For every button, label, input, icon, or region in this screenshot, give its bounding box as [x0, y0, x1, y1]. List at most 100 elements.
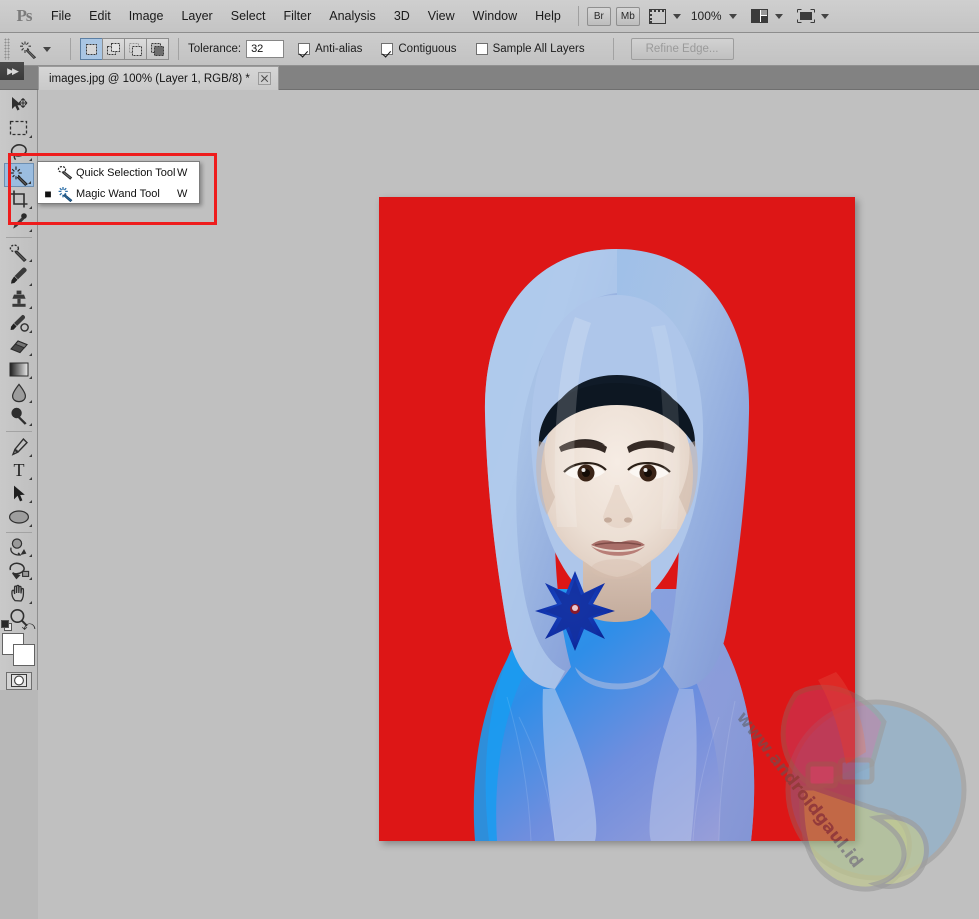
flyout-item-quick-selection-tool[interactable]: Quick Selection Tool W: [38, 162, 199, 183]
flyout-bullet-active: ■: [44, 186, 52, 201]
spot-healing-brush-tool[interactable]: [4, 241, 34, 264]
dodge-tool[interactable]: [4, 405, 34, 428]
tool-more-icon: [28, 399, 32, 403]
flyout-item-shortcut: W: [177, 187, 188, 200]
tool-flyout-menu[interactable]: Quick Selection Tool W ■ Magic Wand Tool…: [37, 161, 200, 204]
menu-filter[interactable]: Filter: [274, 4, 320, 28]
tool-more-icon: [28, 476, 32, 480]
options-bar-grip[interactable]: [4, 38, 10, 60]
default-colors-icon[interactable]: [0, 620, 12, 632]
close-icon[interactable]: [257, 72, 271, 85]
move-tool[interactable]: [4, 93, 34, 116]
blur-tool[interactable]: [4, 381, 34, 404]
quick-selection-icon: [54, 165, 76, 180]
contiguous-checkbox[interactable]: Contiguous: [381, 43, 461, 55]
arrange-chevron-down-icon[interactable]: [774, 13, 783, 19]
horizontal-type-tool[interactable]: T: [4, 459, 34, 482]
anti-alias-label: Anti-alias: [315, 43, 363, 55]
launch-bridge-button[interactable]: Br: [586, 6, 611, 26]
swap-colors-icon[interactable]: ⤺: [22, 618, 36, 634]
tool-more-icon: [27, 181, 31, 185]
sample-all-layers-check-icon: [475, 43, 488, 55]
sample-all-layers-checkbox[interactable]: Sample All Layers: [475, 43, 590, 55]
document-tab[interactable]: images.jpg @ 100% (Layer 1, RGB/8) *: [38, 66, 279, 90]
intersect-with-selection-button[interactable]: [146, 38, 169, 60]
svg-text:T: T: [13, 460, 24, 480]
menu-image[interactable]: Image: [120, 4, 173, 28]
tool-more-icon: [28, 329, 32, 333]
quick-mask-icon[interactable]: [5, 671, 32, 691]
tolerance-label: Tolerance:: [188, 43, 242, 55]
brush-tool[interactable]: [4, 264, 34, 287]
quick-selection-tool[interactable]: [3, 163, 34, 188]
new-selection-button[interactable]: [80, 38, 103, 60]
tool-more-icon: [28, 282, 32, 286]
tool-more-icon: [28, 423, 32, 427]
tool-more-icon: [28, 376, 32, 380]
menu-layer[interactable]: Layer: [172, 4, 221, 28]
color-swatches[interactable]: ⤺: [0, 618, 36, 667]
hand-tool[interactable]: [4, 582, 34, 605]
arrange-documents-icon[interactable]: [747, 6, 773, 26]
eraser-tool[interactable]: [4, 335, 34, 358]
tool-more-icon: [28, 554, 32, 558]
screen-mode-icon[interactable]: [793, 6, 819, 26]
add-to-selection-button[interactable]: [102, 38, 125, 60]
lasso-tool[interactable]: [4, 140, 34, 163]
menu-file[interactable]: File: [42, 4, 80, 28]
tool-more-icon: [28, 600, 32, 604]
document-tab-label: images.jpg @ 100% (Layer 1, RGB/8) *: [49, 72, 250, 85]
menu-view[interactable]: View: [419, 4, 464, 28]
anti-alias-check-icon: [298, 43, 311, 55]
tool-more-icon: [28, 500, 32, 504]
zoom-chevron-down-icon[interactable]: [728, 13, 737, 19]
tool-more-icon: [28, 205, 32, 209]
crop-tool[interactable]: [4, 187, 34, 210]
menu-edit[interactable]: Edit: [80, 4, 120, 28]
anti-alias-checkbox[interactable]: Anti-alias: [298, 43, 367, 55]
screen-mode-chevron-down-icon[interactable]: [820, 13, 829, 19]
tool-more-icon: [28, 306, 32, 310]
refine-edge-button[interactable]: Refine Edge...: [630, 38, 734, 60]
3d-camera-rotate-tool[interactable]: [4, 559, 34, 582]
pen-tool[interactable]: [4, 435, 34, 458]
ellipse-tool[interactable]: [4, 505, 34, 528]
menu-help[interactable]: Help: [526, 4, 570, 28]
tool-preset-chevron-down-icon[interactable]: [43, 46, 51, 52]
options-divider-1: [70, 38, 71, 60]
menu-3d[interactable]: 3D: [385, 4, 419, 28]
expand-panels-button[interactable]: ▶▶: [0, 62, 24, 80]
view-extras-chevron-down-icon[interactable]: [672, 13, 681, 19]
tool-more-icon: [28, 352, 32, 356]
clone-stamp-tool[interactable]: [4, 288, 34, 311]
launch-mini-bridge-button[interactable]: Mb: [615, 6, 640, 26]
history-brush-tool[interactable]: [4, 311, 34, 334]
gradient-tool[interactable]: [4, 358, 34, 381]
eyedropper-tool[interactable]: [4, 211, 34, 234]
rectangular-marquee-tool[interactable]: [4, 116, 34, 139]
subtract-from-selection-button[interactable]: [124, 38, 147, 60]
menu-window[interactable]: Window: [464, 4, 526, 28]
selection-mode-group: [80, 38, 169, 60]
view-extras-icon[interactable]: [645, 6, 671, 26]
tolerance-input[interactable]: 32: [246, 40, 285, 58]
menu-analysis[interactable]: Analysis: [320, 4, 385, 28]
3d-object-rotate-tool[interactable]: [4, 536, 34, 559]
canvas-stage[interactable]: [38, 90, 979, 919]
portrait-photo[interactable]: [379, 197, 855, 841]
document-tab-bar: images.jpg @ 100% (Layer 1, RGB/8) *: [0, 66, 979, 90]
tool-more-icon: [28, 229, 32, 233]
tools-panel: T ⤺: [0, 90, 38, 691]
contiguous-label: Contiguous: [398, 43, 457, 55]
app-logo-icon: Ps: [16, 6, 33, 25]
menu-select[interactable]: Select: [222, 4, 275, 28]
background-color-swatch[interactable]: [12, 644, 35, 667]
flyout-item-label: Quick Selection Tool: [76, 166, 176, 179]
options-divider-2: [178, 38, 179, 60]
chevron-right-icon: ▶▶: [7, 65, 19, 76]
tool-more-icon: [28, 259, 32, 263]
tool-more-icon: [28, 158, 32, 162]
flyout-item-magic-wand-tool[interactable]: ■ Magic Wand Tool W: [38, 183, 199, 204]
magic-wand-icon[interactable]: [15, 37, 41, 61]
path-selection-tool[interactable]: [4, 482, 34, 505]
